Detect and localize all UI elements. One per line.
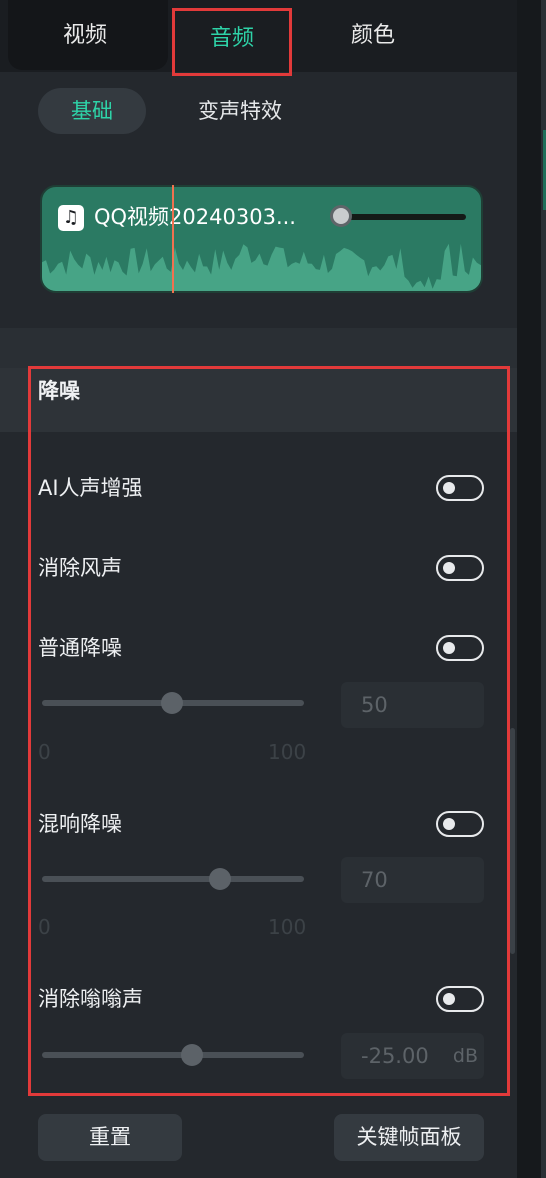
reset-button[interactable]: 重置 xyxy=(38,1114,182,1161)
clip-name: QQ视频20240303... xyxy=(94,205,296,229)
audio-properties-panel: 视频 音频 颜色 基础 变声特效 ♫ QQ视频20240303... 降噪 AI… xyxy=(0,0,517,1178)
tab-video[interactable]: 视频 xyxy=(40,18,130,54)
clip-volume-handle[interactable] xyxy=(330,205,352,227)
section-divider xyxy=(0,328,517,368)
playhead[interactable] xyxy=(172,185,174,293)
top-tab-bar: 视频 音频 颜色 xyxy=(0,0,517,76)
keyframe-panel-button[interactable]: 关键帧面板 xyxy=(334,1114,484,1161)
right-edge-strip xyxy=(517,0,546,1178)
subtab-voice-effects[interactable]: 变声特效 xyxy=(180,88,300,134)
tab-audio[interactable]: 音频 xyxy=(172,8,292,76)
clip-volume-track[interactable] xyxy=(348,214,466,220)
scrollbar[interactable] xyxy=(510,728,515,954)
tab-color[interactable]: 颜色 xyxy=(318,18,428,54)
audio-clip[interactable]: ♫ QQ视频20240303... xyxy=(40,185,483,293)
music-note-icon: ♫ xyxy=(58,205,84,231)
highlight-outline xyxy=(28,366,510,1096)
subtab-basic[interactable]: 基础 xyxy=(38,88,146,134)
